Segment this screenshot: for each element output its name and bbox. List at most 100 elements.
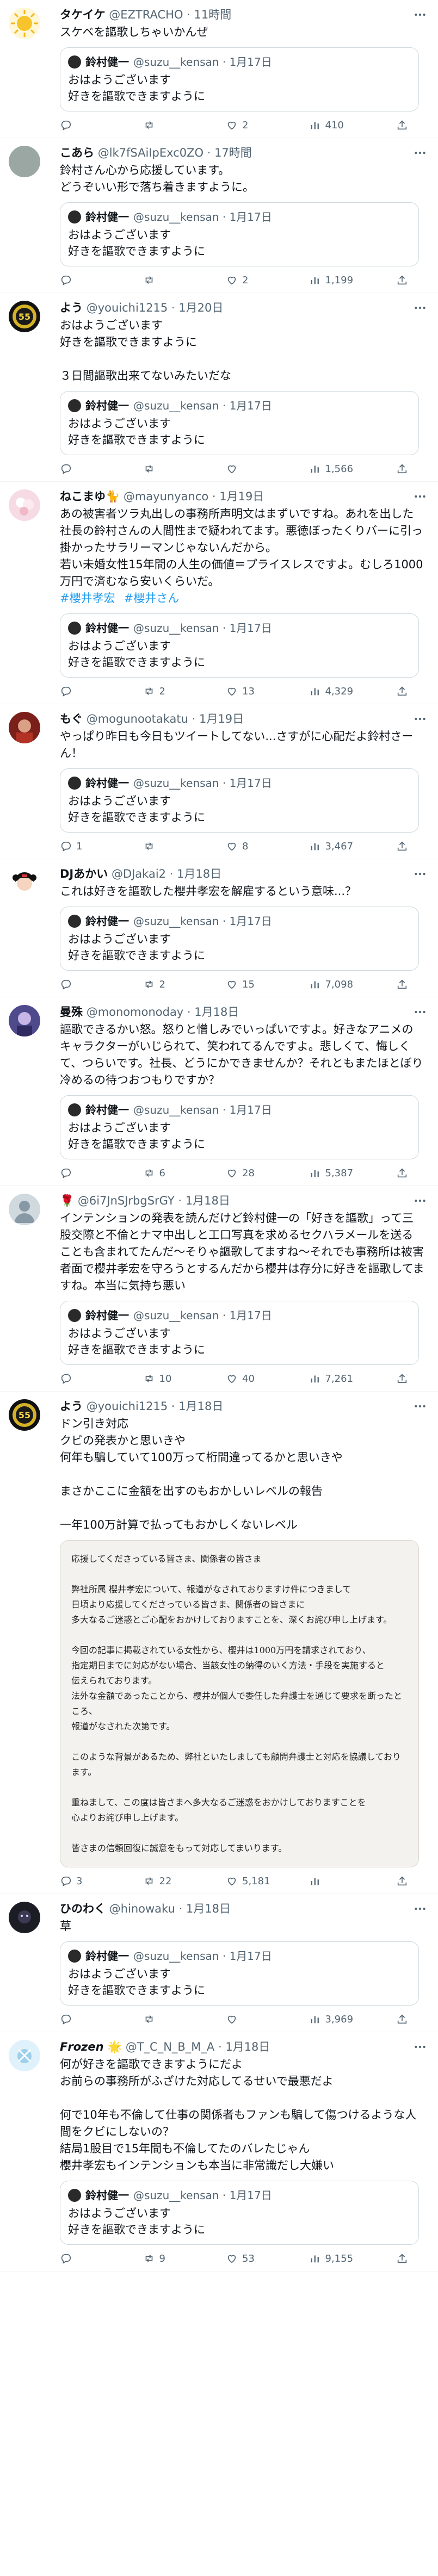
- user-handle[interactable]: @EZTRACHO: [109, 8, 183, 21]
- retweet-button[interactable]: [143, 2013, 192, 2025]
- tweet-time[interactable]: 1月19日: [199, 712, 244, 725]
- views-button[interactable]: 3,467: [309, 840, 358, 852]
- avatar[interactable]: [9, 867, 40, 898]
- hashtag-link[interactable]: #櫻井孝宏: [60, 592, 115, 605]
- avatar[interactable]: 55: [9, 1399, 40, 1431]
- more-icon[interactable]: [413, 146, 427, 163]
- quoted-tweet[interactable]: 鈴村健一 @suzu__kensan · 1月17日 おはようございます 好きを謳歌…: [60, 1095, 419, 1159]
- tweet[interactable]: 55 よう @youichi1215 · 1月18日 ドン引き対応 クビの発表かと思…: [0, 1392, 438, 1894]
- avatar[interactable]: [9, 1194, 40, 1225]
- tweet-time[interactable]: 1月20日: [178, 301, 223, 314]
- retweet-button[interactable]: [143, 119, 192, 131]
- like-button[interactable]: 28: [226, 1167, 275, 1179]
- avatar[interactable]: [9, 146, 40, 177]
- views-button[interactable]: 9,155: [309, 2252, 358, 2264]
- tweet[interactable]: 曼殊 @monomonoday · 1月18日 謳歌できるかい怒。怒りと憎しみでい…: [0, 997, 438, 1186]
- user-handle[interactable]: @lk7fSAiIpExc0ZO: [98, 146, 203, 159]
- reply-button[interactable]: [60, 1167, 109, 1179]
- quoted-tweet[interactable]: 鈴村健一 @suzu__kensan · 1月17日 おはようございます 好きを謳歌…: [60, 47, 419, 111]
- retweet-button[interactable]: 22: [143, 1875, 192, 1887]
- user-handle[interactable]: @monomonoday: [87, 1005, 184, 1019]
- share-button[interactable]: [392, 119, 408, 131]
- tweet[interactable]: 🌹 @6i7JnSJrbgSrGY · 1月18日 インテンションの発表を読んだけ…: [0, 1186, 438, 1392]
- like-button[interactable]: 8: [226, 840, 275, 852]
- tweet[interactable]: ねこまゆ🐈 @mayunyanco · 1月19日 あの被害者ツラ丸出しの事務所声…: [0, 482, 438, 704]
- user-name[interactable]: 曼殊: [60, 1005, 83, 1019]
- tweet-time[interactable]: 1月18日: [225, 2040, 270, 2053]
- tweet-time[interactable]: 1月18日: [194, 1005, 239, 1019]
- like-button[interactable]: [226, 2013, 275, 2025]
- user-name[interactable]: よう: [60, 1400, 83, 1413]
- hashtag-link[interactable]: #櫻井さん: [124, 592, 180, 605]
- reply-button[interactable]: [60, 274, 109, 286]
- avatar[interactable]: [9, 8, 40, 39]
- quoted-tweet[interactable]: 鈴村健一 @suzu__kensan · 1月17日 おはようございます 好きを謳歌…: [60, 1941, 419, 2006]
- reply-button[interactable]: [60, 463, 109, 475]
- tweet-time[interactable]: 11時間: [194, 8, 232, 21]
- user-handle[interactable]: @DJakai2: [112, 867, 166, 880]
- quoted-tweet[interactable]: 鈴村健一 @suzu__kensan · 1月17日 おはようございます 好きを謳歌…: [60, 202, 419, 266]
- user-name[interactable]: 𝙁𝙧𝙤𝙯𝙚𝙣 🌟: [60, 2040, 122, 2053]
- user-name[interactable]: 🌹: [60, 1194, 74, 1207]
- share-button[interactable]: [392, 2252, 408, 2264]
- user-handle[interactable]: @mogunootakatu: [87, 712, 188, 725]
- retweet-button[interactable]: 2: [143, 978, 192, 990]
- views-button[interactable]: 7,098: [309, 978, 358, 990]
- views-button[interactable]: 3,969: [309, 2013, 358, 2025]
- more-icon[interactable]: [413, 712, 427, 729]
- views-button[interactable]: 5,387: [309, 1167, 358, 1179]
- quoted-tweet[interactable]: 鈴村健一 @suzu__kensan · 1月17日 おはようございます 好きを謳歌…: [60, 613, 419, 678]
- share-button[interactable]: [392, 1167, 408, 1179]
- share-button[interactable]: [392, 463, 408, 475]
- tweet-time[interactable]: 1月18日: [177, 867, 221, 880]
- reply-button[interactable]: [60, 1373, 109, 1385]
- user-name[interactable]: DJあかい: [60, 867, 108, 880]
- user-name[interactable]: ひのわく: [60, 1902, 106, 1915]
- reply-button[interactable]: [60, 685, 109, 697]
- avatar[interactable]: [9, 1902, 40, 1933]
- more-icon[interactable]: [413, 1399, 427, 1417]
- retweet-button[interactable]: 9: [143, 2252, 192, 2264]
- retweet-button[interactable]: [143, 274, 192, 286]
- more-icon[interactable]: [413, 2040, 427, 2057]
- views-button[interactable]: [309, 1875, 358, 1887]
- tweet[interactable]: 𝙁𝙧𝙤𝙯𝙚𝙣 🌟 @T_C_N_B_M_A · 1月18日 何が好きを謳歌できます…: [0, 2032, 438, 2271]
- like-button[interactable]: 15: [226, 978, 275, 990]
- reply-button[interactable]: [60, 978, 109, 990]
- share-button[interactable]: [392, 978, 408, 990]
- tweet[interactable]: タケイケ @EZTRACHO · 11時間 スケベを謳歌しちゃいかんぜ 鈴村健一 @s…: [0, 0, 438, 138]
- tweet-time[interactable]: 1月18日: [186, 1902, 231, 1915]
- views-button[interactable]: 410: [309, 119, 358, 131]
- tweet[interactable]: ひのわく @hinowaku · 1月18日草鈴村健一 @suzu__kensan…: [0, 1894, 438, 2032]
- retweet-button[interactable]: 2: [143, 685, 192, 697]
- user-handle[interactable]: @T_C_N_B_M_A: [126, 2040, 215, 2053]
- tweet-time[interactable]: 1月18日: [186, 1194, 230, 1207]
- share-button[interactable]: [392, 1373, 408, 1385]
- quoted-tweet[interactable]: 鈴村健一 @suzu__kensan · 1月17日 おはようございます 好きを謳歌…: [60, 907, 419, 971]
- retweet-button[interactable]: 6: [143, 1167, 192, 1179]
- user-handle[interactable]: @6i7JnSJrbgSrGY: [78, 1194, 175, 1207]
- more-icon[interactable]: [413, 867, 427, 884]
- views-button[interactable]: 1,199: [309, 274, 358, 286]
- user-handle[interactable]: @mayunyanco: [124, 490, 208, 503]
- user-name[interactable]: もぐ: [60, 712, 83, 725]
- user-handle[interactable]: @hinowaku: [109, 1902, 175, 1915]
- views-button[interactable]: 7,261: [309, 1373, 358, 1385]
- reply-button[interactable]: [60, 2252, 109, 2264]
- reply-button[interactable]: [60, 119, 109, 131]
- more-icon[interactable]: [413, 301, 427, 318]
- views-button[interactable]: 1,566: [309, 463, 358, 475]
- user-name[interactable]: よう: [60, 301, 83, 314]
- tweet-time[interactable]: 1月19日: [219, 490, 264, 503]
- user-name[interactable]: ねこまゆ🐈: [60, 490, 120, 503]
- reply-button[interactable]: [60, 2013, 109, 2025]
- reply-button[interactable]: 3: [60, 1875, 109, 1887]
- retweet-button[interactable]: [143, 840, 192, 852]
- quoted-tweet[interactable]: 鈴村健一 @suzu__kensan · 1月17日 おはようございます 好きを謳歌…: [60, 768, 419, 833]
- like-button[interactable]: 2: [226, 274, 275, 286]
- avatar[interactable]: [9, 712, 40, 743]
- share-button[interactable]: [392, 1875, 408, 1887]
- more-icon[interactable]: [413, 1902, 427, 1919]
- tweet-time[interactable]: 1月18日: [178, 1400, 223, 1413]
- more-icon[interactable]: [413, 1194, 427, 1211]
